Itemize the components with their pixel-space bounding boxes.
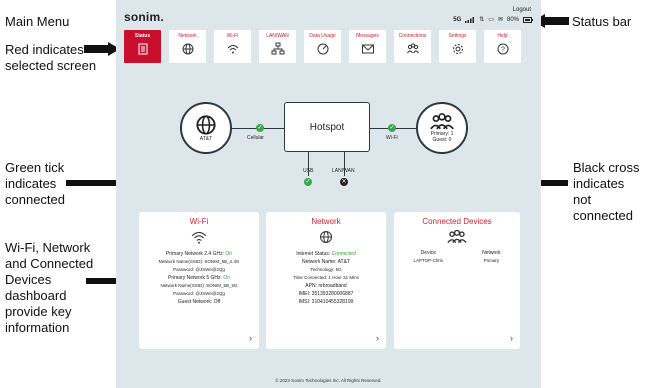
tab-label: Help [497,33,508,39]
cellular-label: Cellular [247,135,264,141]
globe-icon [196,115,216,135]
tab-network[interactable]: Network [169,30,206,63]
guest-count: Guest: 0 [432,137,452,143]
wifi-ssid-24: Network Name(SSID): SONIM_5B_2.4G [158,259,240,264]
internet-status: Internet Status: Connected [296,251,356,257]
clipboard-icon [138,43,147,55]
devices-table: Device LAPTOP-Chris Network Primary [394,250,520,264]
envelope-icon [361,44,374,54]
wifi-icon [227,45,238,54]
carrier-node: AT&T [180,102,232,154]
cellular-status-tick: ✓ [256,124,264,132]
hotspot-admin-screen: sonim. Logout 5G ⇅ ▭ ✉ 80% Status Networ… [116,0,541,388]
wifi-ssid-5: Network Name(SSID): SONIM_5B_5G [160,283,238,288]
signal-icon [465,16,475,23]
tab-label: Messages [356,33,379,39]
wifi-primary-24: Primary Network 2.4 GHz: On [165,251,233,257]
main-menu: Status Network Wi-Fi LAN/WAN Data Usage … [124,30,521,63]
gauge-icon [317,43,328,55]
tab-label: Status [134,33,151,39]
wifi-card[interactable]: Wi-Fi Primary Network 2.4 GHz: On Networ… [139,212,259,349]
annotation-green-tick: Green tick indicates connected [5,160,65,207]
wifi-primary-5: Primary Network 5 GHz: On [168,275,230,281]
imei: IMEI: 351393280006887 [298,291,354,297]
apn: APN: nrbroadband [305,283,347,289]
users-icon [447,230,467,244]
lan-icon [271,42,284,55]
hotspot-hub: Hotspot [284,102,370,152]
message-icon: ✉ [497,17,503,23]
clients-node: Primary: 1 Guest: 0 [416,102,468,154]
wifi-card-title: Wi-Fi [189,217,209,226]
wifi-password-5: Password: @JSWe@2Qg [173,291,225,296]
tab-wifi[interactable]: Wi-Fi [214,30,251,63]
logout-link[interactable]: Logout [513,7,531,13]
tab-label: LAN/WAN [266,33,289,39]
users-icon [430,113,454,130]
imsi: IMSI: 310410455328199 [298,299,354,305]
tab-label: Connections [398,33,427,39]
tab-label: Wi-Fi [226,33,239,39]
tab-connections[interactable]: Connections [394,30,431,63]
globe-icon [182,43,193,55]
data-transfer-icon: ⇅ [479,17,485,23]
time-connected: Time Connected: 1 Hour 31 Mins [293,275,359,280]
network-card-title: Network [311,217,341,226]
svg-text:?: ? [501,47,505,54]
lanwan-label: LAN/WAN [332,168,355,174]
lanwan-status-cross: ✕ [340,178,348,186]
device-icon: ▭ [488,17,494,23]
network-column-header: Network [482,250,501,256]
tab-data-usage[interactable]: Data Usage [304,30,341,63]
help-icon: ? [497,43,508,55]
tab-messages[interactable]: Messages [349,30,386,63]
battery-level: 80% [506,16,519,23]
annotation-dashboard: Wi-Fi, Network and Connected Devices das… [5,240,94,335]
devices-card-title: Connected Devices [422,217,492,226]
chevron-right-icon[interactable]: › [376,333,379,343]
annotation-main-menu: Main Menu [5,14,70,29]
tab-settings[interactable]: Settings [439,30,476,63]
device-name: LAPTOP-Chris [413,258,444,263]
annotation-black-cross: Black cross indicates not connected [573,160,640,223]
device-column-header: Device [420,250,436,256]
users-icon [406,43,419,54]
wifi-password-24: Password: @JSWe@2Qg [173,267,225,272]
copyright-footer: © 2023 Sonim Technologies Inc. All Right… [275,378,382,383]
status-bar: 5G ⇅ ▭ ✉ 80% [453,16,533,23]
tab-label: Network [178,33,197,39]
gear-icon [452,44,463,54]
tab-status[interactable]: Status [124,30,161,63]
wifi-guest-network: Guest Network: Off [177,299,221,305]
annotation-red-indicates: Red indicates selected screen [5,42,97,73]
tab-lanwan[interactable]: LAN/WAN [259,30,296,63]
network-type-indicator: 5G [453,16,462,23]
sonim-logo: sonim. [124,10,164,24]
wifi-icon [191,231,207,244]
wifi-status-tick: ✓ [388,124,396,132]
wifi-label: Wi-Fi [386,135,398,141]
annotation-status-bar: Status bar [572,14,632,29]
usb-label: USB [303,168,314,174]
network-technology: Technology: 5G [310,267,342,272]
network-name: Network Name: AT&T [302,259,350,265]
tab-help[interactable]: Help ? [484,30,521,63]
arrow-to-status-tab [84,42,120,56]
device-network: Primary [483,258,500,263]
globe-icon [320,231,332,243]
chevron-right-icon[interactable]: › [510,333,513,343]
network-card[interactable]: Network Internet Status: Connected Netwo… [266,212,386,349]
battery-icon [523,16,533,23]
tab-label: Data Usage [309,33,336,39]
tab-label: Settings [448,33,467,39]
chevron-right-icon[interactable]: › [249,333,252,343]
connected-devices-card[interactable]: Connected Devices Device LAPTOP-Chris Ne… [394,212,520,349]
carrier-label: AT&T [199,136,213,142]
usb-status-tick: ✓ [304,178,312,186]
